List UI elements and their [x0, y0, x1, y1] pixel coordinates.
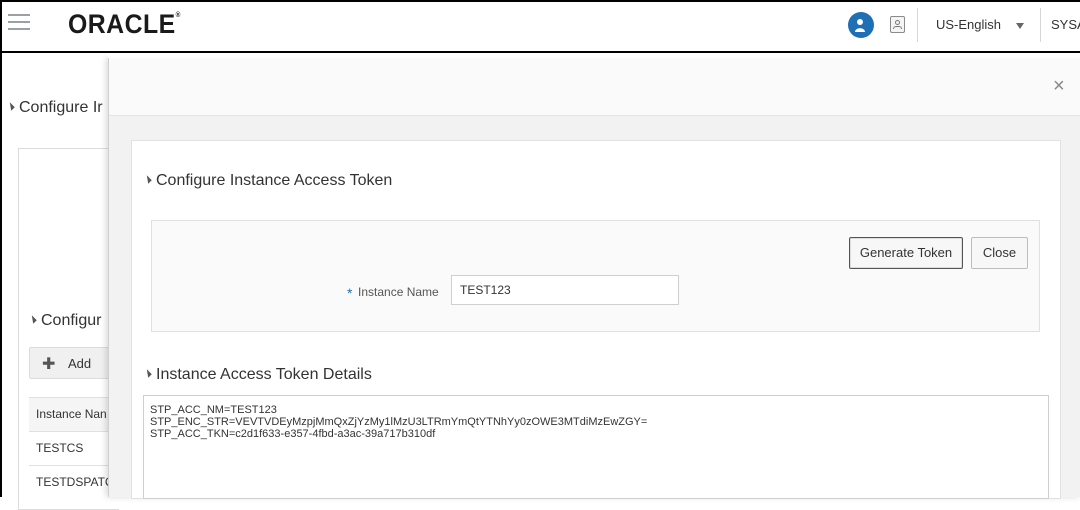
user-icon[interactable] — [848, 12, 874, 38]
table-row[interactable]: TESTCS — [29, 431, 119, 465]
section-title: Configure Instance Access Token — [143, 172, 392, 190]
details-title: Instance Access Token Details — [143, 366, 372, 384]
access-token-dialog: × Configure Instance Access Token Genera… — [108, 58, 1080, 499]
hamburger-menu-icon[interactable] — [8, 14, 30, 32]
instance-name-field[interactable] — [451, 275, 679, 305]
background-page-title: Configure Ir — [6, 99, 103, 117]
generate-token-button[interactable]: Generate Token — [849, 237, 963, 269]
oracle-logo: ORACLE® — [68, 9, 181, 39]
token-details-textarea[interactable]: STP_ACC_NM=TEST123 STP_ENC_STR=VEVTVDEyM… — [143, 395, 1049, 499]
add-button[interactable]: ✚ Add — [29, 347, 109, 379]
dialog-header: × — [109, 58, 1080, 116]
instance-name-label: Instance Name — [358, 285, 439, 299]
modal-gap — [108, 53, 1080, 58]
header-divider — [917, 8, 918, 42]
token-line: STP_ACC_NM=TEST123 — [150, 404, 277, 416]
close-icon[interactable]: × — [1053, 76, 1065, 96]
plus-icon: ✚ — [42, 356, 56, 373]
token-line: STP_ENC_STR=VEVTVDEyMzpjMmQxZjYzMy1lMzU3… — [150, 416, 648, 428]
table-header: Instance Nan — [29, 397, 119, 431]
language-value: US-English — [936, 17, 1002, 32]
background-section-title: Configur — [28, 312, 101, 330]
frame-border — [0, 0, 2, 497]
username[interactable]: SYSA — [1051, 17, 1080, 32]
contact-card-icon[interactable] — [890, 16, 905, 33]
header-divider — [1040, 8, 1041, 42]
required-marker: * — [347, 285, 353, 301]
chevron-down-icon — [1016, 23, 1024, 29]
collapse-triangle-icon — [143, 175, 152, 184]
collapse-triangle-icon — [28, 315, 37, 324]
frame-border — [0, 0, 1080, 2]
language-select[interactable]: US-English — [930, 12, 1030, 38]
close-button[interactable]: Close — [971, 237, 1028, 269]
token-line: STP_ACC_TKN=c2d1f633-e357-4fbd-a3ac-39a7… — [150, 428, 436, 440]
collapse-triangle-icon — [6, 102, 15, 111]
app-header: ORACLE® US-English SYSA — [0, 0, 1080, 50]
instance-table: Instance Nan TESTCS TESTDSPATCI — [29, 397, 119, 499]
collapse-triangle-icon — [143, 369, 152, 378]
table-row[interactable]: TESTDSPATCI — [29, 465, 119, 499]
